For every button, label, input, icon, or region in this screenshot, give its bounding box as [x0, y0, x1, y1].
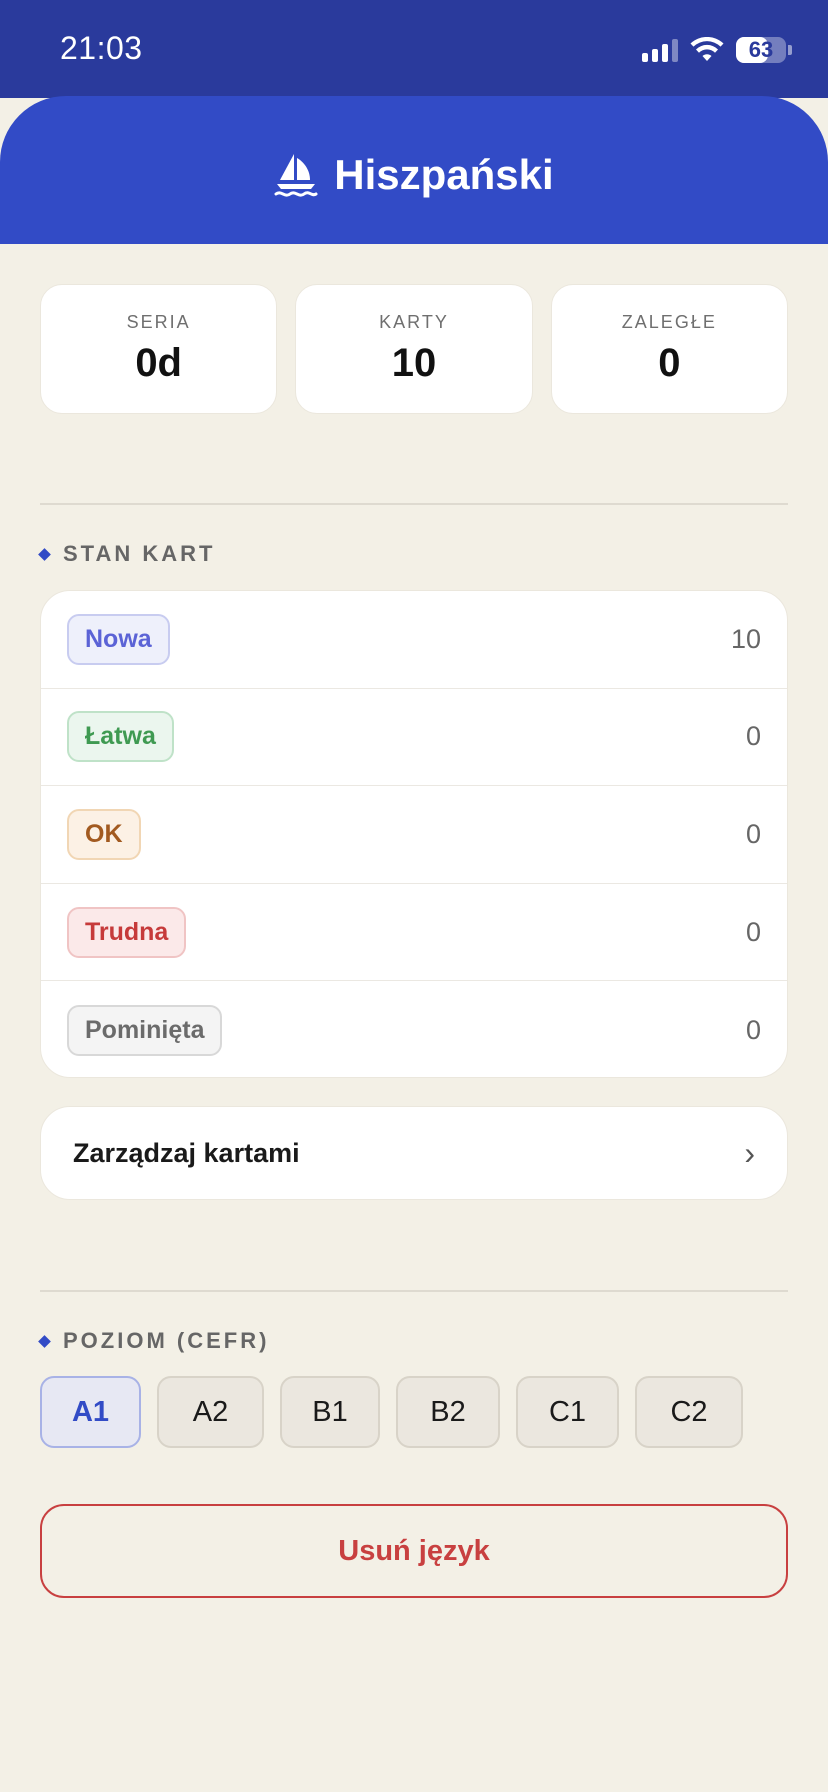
level-option-a1[interactable]: A1 — [40, 1376, 141, 1448]
section-title-level: POZIOM (CEFR) — [38, 1328, 270, 1354]
level-option-c2[interactable]: C2 — [635, 1376, 743, 1448]
wifi-icon — [690, 37, 724, 61]
card-state-list: Nowa 10 Łatwa 0 OK 0 Trudna 0 Pominięta … — [40, 590, 788, 1078]
state-count: 0 — [745, 721, 761, 752]
level-option-c1[interactable]: C1 — [516, 1376, 619, 1448]
battery-icon: 63 — [736, 37, 792, 63]
diamond-icon — [38, 1334, 51, 1348]
state-pill-easy: Łatwa — [67, 711, 174, 763]
battery-body: 63 — [736, 37, 786, 63]
state-pill-hard: Trudna — [67, 906, 187, 958]
battery-cap — [788, 45, 792, 55]
status-bar: 21:03 63 — [0, 0, 828, 98]
state-count: 0 — [745, 1014, 761, 1045]
state-pill-new: Nowa — [67, 613, 170, 665]
page-title: Hiszpański — [334, 151, 554, 198]
section-title-text: STAN KART — [63, 541, 216, 566]
stat-label: ZALEGŁE — [621, 312, 717, 332]
signal-icon — [642, 38, 678, 62]
section-title-card-state: STAN KART — [38, 541, 216, 567]
stat-card-overdue: ZALEGŁE 0 — [550, 284, 788, 414]
list-item: Trudna 0 — [41, 884, 787, 982]
divider — [40, 503, 788, 505]
battery-level: 63 — [748, 37, 774, 62]
list-item: OK 0 — [41, 786, 787, 884]
diamond-icon — [38, 547, 51, 561]
divider — [40, 1290, 788, 1292]
stat-value: 0d — [135, 341, 182, 385]
stats-row: SERIA 0d KARTY 10 ZALEGŁE 0 — [40, 284, 788, 414]
level-option-b1[interactable]: B1 — [280, 1376, 380, 1448]
status-time: 21:03 — [60, 30, 143, 66]
level-option-a2[interactable]: A2 — [157, 1376, 264, 1448]
state-count: 0 — [745, 818, 761, 849]
list-item: Łatwa 0 — [41, 689, 787, 787]
stat-value: 0 — [658, 341, 681, 385]
page-header: Hiszpański — [0, 96, 828, 244]
manage-cards-button[interactable]: Zarządzaj kartami › — [40, 1106, 788, 1200]
list-item: Nowa 10 — [41, 591, 787, 689]
stat-value: 10 — [391, 341, 437, 385]
level-option-b2[interactable]: B2 — [396, 1376, 500, 1448]
stat-card-cards: KARTY 10 — [295, 284, 533, 414]
sailboat-icon — [274, 154, 318, 197]
stat-card-streak: SERIA 0d — [40, 284, 278, 414]
list-item: Pominięta 0 — [41, 981, 787, 1077]
section-title-text: POZIOM (CEFR) — [63, 1328, 270, 1353]
level-selector: A1 A2 B1 B2 C1 C2 — [40, 1376, 743, 1448]
chevron-right-icon: › — [744, 1134, 755, 1171]
delete-language-button[interactable]: Usuń język — [40, 1504, 788, 1598]
state-count: 0 — [745, 916, 761, 947]
state-pill-ok: OK — [67, 808, 141, 860]
manage-cards-label: Zarządzaj kartami — [73, 1137, 300, 1168]
stat-label: SERIA — [126, 312, 191, 332]
state-count: 10 — [730, 623, 761, 654]
status-icons: 63 — [642, 36, 792, 64]
state-pill-skipped: Pominięta — [67, 1004, 223, 1056]
stat-label: KARTY — [379, 312, 449, 332]
